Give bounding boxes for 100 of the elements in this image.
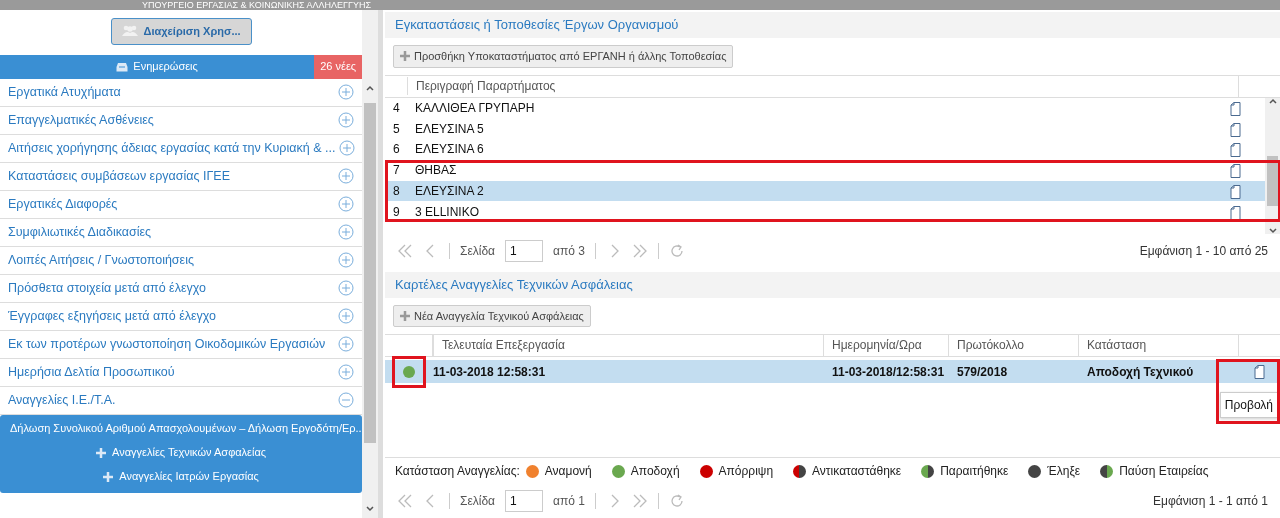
page-label: Σελίδα — [460, 242, 496, 260]
column-header: Περιγραφή Παραρτήματος — [407, 77, 1238, 95]
plus-icon — [400, 310, 410, 321]
refresh-icon[interactable] — [668, 493, 685, 509]
document-icon[interactable] — [1253, 364, 1265, 379]
scroll-up-icon[interactable] — [1268, 97, 1277, 104]
submenu-item[interactable]: Δήλωση Συνολικού Αριθμού Απασχολουμένων – Δήλωση Εργοδότη/Ερ... — [0, 416, 363, 441]
legend-item-label: Έληξε — [1047, 463, 1081, 480]
scroll-down-icon[interactable] — [1268, 227, 1277, 234]
document-icon[interactable] — [1230, 184, 1241, 199]
tooltip: Προβολή — [1219, 392, 1278, 418]
menu-item-label[interactable]: Συμφιλιωτικές Διαδικασίες — [8, 222, 152, 242]
table-cell-text: 579/2018 — [956, 363, 1009, 381]
refresh-icon[interactable] — [668, 242, 685, 259]
new-announcement-button[interactable]: Νέα Αναγγελία Τεχνικού Ασφάλειας — [393, 304, 591, 327]
menu-item-label[interactable]: Εκ των προτέρων γνωστοποίηση Οικοδομικών Εργασιών — [8, 334, 326, 354]
last-page-icon[interactable] — [631, 243, 648, 258]
expand-icon[interactable] — [338, 336, 355, 352]
page-input[interactable]: 1 — [505, 490, 544, 512]
highlight-frame — [392, 355, 426, 388]
record-summary: Εμφάνιση 1 - 10 από 25 — [1139, 242, 1268, 260]
menu-item-label[interactable]: Εργατικά Ατυχήματα — [8, 82, 121, 102]
plus-icon — [103, 471, 114, 482]
legend-item-label: Απόρριψη — [718, 463, 774, 480]
legend-item-label: Αποδοχή — [630, 463, 680, 480]
page-input[interactable]: 1 — [505, 239, 544, 262]
legend-item-label: Παραιτήθηκε — [940, 463, 1009, 480]
menu-item-label[interactable]: Έγγραφες εξηγήσεις μετά από έλεγχο — [8, 306, 217, 326]
table-row[interactable]: 9 3 ELLINIKO — [385, 201, 1265, 223]
menu-item-label[interactable]: Αναγγελίες Ι.Ε./Τ.Α. — [8, 390, 116, 410]
user-management-button[interactable]: Διαχείριση Χρησ... — [110, 18, 252, 45]
menu-item-label[interactable]: Εργατικές Διαφορές — [8, 194, 118, 214]
table-cell-text: Αποδοχή Τεχνικού — [1086, 363, 1195, 381]
expand-icon[interactable] — [338, 308, 355, 324]
expand-icon[interactable] — [339, 140, 356, 156]
first-page-icon[interactable] — [397, 243, 413, 258]
document-icon[interactable] — [1230, 164, 1241, 179]
expand-icon[interactable] — [338, 364, 355, 380]
document-icon[interactable] — [1230, 122, 1241, 137]
expand-icon[interactable] — [338, 196, 355, 212]
collapse-icon[interactable] — [338, 392, 355, 408]
table-row[interactable]: 11-03-2018 12:58:31 11-03-2018/12:58:31 579/2018 Αποδοχή Τεχνικού — [385, 360, 1280, 383]
plus-icon — [96, 447, 107, 458]
scrollbar-thumb[interactable] — [1267, 155, 1278, 206]
document-icon[interactable] — [1230, 205, 1241, 220]
table-cell-text: 11-03-2018/12:58:31 — [831, 363, 946, 381]
legend-label: Κατάσταση Αναγγελίας: — [395, 463, 520, 480]
expand-icon[interactable] — [338, 112, 355, 128]
document-icon[interactable] — [1230, 143, 1241, 158]
legend-item-label: Παύση Εταιρείας — [1119, 463, 1209, 480]
table-cell-text: ΘΗΒΑΣ — [414, 162, 458, 180]
expand-icon[interactable] — [338, 224, 355, 240]
table-cell-text: ΕΛΕΥΣΙΝΑ 2 — [414, 183, 485, 201]
menu-item-label[interactable]: Ημερήσια Δελτία Προσωπικού — [8, 362, 175, 382]
page-count: από 1 — [553, 493, 585, 510]
expand-icon[interactable] — [338, 84, 355, 100]
menu-item-label[interactable]: Πρόσθετα στοιχεία μετά από έλεγχο — [8, 278, 206, 298]
table-row[interactable]: 7 ΘΗΒΑΣ — [385, 159, 1265, 181]
ministry-title: ΥΠΟΥΡΓΕΙΟ ΕΡΓΑΣΙΑΣ & ΚΟΙΝΩΝΙΚΗΣ ΑΛΛΗΛΕΓΓΥΗΣ — [141, 0, 372, 10]
add-location-button[interactable]: Προσθήκη Υποκαταστήματος από ΕΡΓΑΝΗ ή άλλης Τοποθεσίας — [393, 45, 734, 68]
legend-item-label: Αντικαταστάθηκε — [812, 463, 902, 480]
legend-item-label: Αναμονή — [544, 463, 592, 480]
table-cell-text: ΕΛΕΥΣΙΝΑ 5 — [414, 120, 485, 138]
row-number: 8 — [392, 183, 401, 201]
expand-icon[interactable] — [338, 252, 355, 268]
row-number: 7 — [392, 162, 401, 180]
menu-item-label[interactable]: Επαγγελματικές Ασθένειες — [8, 110, 154, 130]
column-header: Τελευταία Επεξεργασία — [433, 335, 823, 356]
scroll-down-icon[interactable] — [366, 506, 375, 512]
expand-icon[interactable] — [338, 280, 355, 296]
scroll-up-icon[interactable] — [366, 85, 375, 91]
table-row[interactable]: 8 ΕΛΕΥΣΙΝΑ 2 — [385, 180, 1265, 202]
page-count: από 3 — [553, 242, 585, 260]
inbox-icon — [116, 61, 129, 72]
scrollbar-thumb[interactable] — [364, 103, 377, 443]
menu-item-label[interactable]: Καταστάσεις συμβάσεων εργασίας ΙΓΕΕ — [8, 166, 230, 186]
table-cell-text: 3 ELLINIKO — [414, 203, 481, 221]
first-page-icon[interactable] — [397, 494, 413, 508]
highlight-frame — [1215, 358, 1280, 424]
submenu-item[interactable]: Αναγγελίες Ιατρών Εργασίας — [0, 464, 363, 489]
table-row[interactable]: 4 ΚΑΛΛΙΘΕΑ ΓΡΥΠΑΡΗ — [385, 97, 1265, 119]
column-header: Κατάσταση — [1078, 335, 1238, 356]
column-header: Ημερομηνία/Ωρα — [823, 335, 948, 356]
users-icon — [121, 25, 138, 38]
document-icon[interactable] — [1230, 101, 1241, 116]
submenu-item[interactable]: Αναγγελίες Τεχνικών Ασφαλείας — [0, 440, 363, 465]
menu-item-label[interactable]: Λοιπές Αιτήσεις / Γνωστοποιήσεις — [8, 250, 194, 270]
record-summary: Εμφάνιση 1 - 1 από 1 — [1153, 493, 1268, 510]
last-page-icon[interactable] — [631, 494, 648, 508]
table-cell-text: ΚΑΛΛΙΘΕΑ ΓΡΥΠΑΡΗ — [414, 99, 536, 117]
table-row[interactable]: 5 ΕΛΕΥΣΙΝΑ 5 — [385, 118, 1265, 140]
table-cell-text: 11-03-2018 12:58:31 — [433, 363, 547, 381]
page-label: Σελίδα — [460, 493, 496, 510]
table-cell-text: ΕΛΕΥΣΙΝΑ 6 — [414, 141, 485, 159]
menu-item-label[interactable]: Αιτήσεις χορήγησης άδειας εργασίας κατά την Κυριακή & ... — [8, 138, 336, 158]
section-title: Καρτέλες Αναγγελίες Τεχνικών Ασφάλειας — [385, 271, 1280, 298]
table-row[interactable]: 6 ΕΛΕΥΣΙΝΑ 6 — [385, 139, 1265, 160]
row-number: 9 — [392, 203, 401, 221]
expand-icon[interactable] — [338, 168, 355, 184]
notifications-button[interactable]: Ενημερώσεις — [0, 54, 315, 79]
